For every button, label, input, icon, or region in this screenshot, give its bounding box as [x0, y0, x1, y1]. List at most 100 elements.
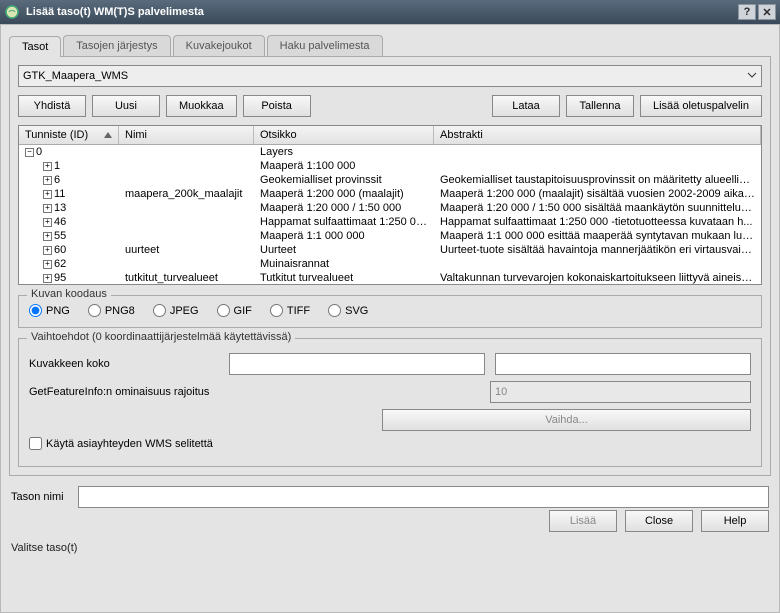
layers-table[interactable]: Tunniste (ID) Nimi Otsikko Abstrakti −0 L… [18, 125, 762, 285]
delete-button[interactable]: Poista [243, 95, 311, 117]
row-abstract [434, 159, 761, 173]
table-body: −0 Layers+1Maaperä 1:100 000+6Geokemialli… [19, 145, 761, 285]
row-abstract: Maaperä 1:200 000 (maalajit) sisältää vu… [434, 187, 761, 201]
new-button[interactable]: Uusi [92, 95, 160, 117]
table-row[interactable]: +62Muinaisrannat [19, 257, 761, 271]
image-encoding-group: Kuvan koodaus PNG PNG8 JPEG GIF TIFF SVG [18, 295, 762, 328]
add-button: Lisää [549, 510, 617, 532]
row-title: Uurteet [254, 243, 434, 257]
col-id[interactable]: Tunniste (ID) [19, 126, 119, 144]
table-row[interactable]: +95 tutkitut_turvealueetTutkitut turvealu… [19, 271, 761, 285]
row-name: tutkitut_turvealueet [119, 271, 254, 285]
edit-button[interactable]: Muokkaa [166, 95, 237, 117]
load-button[interactable]: Lataa [492, 95, 560, 117]
row-name [119, 201, 254, 215]
help-button-titlebar[interactable]: ? [738, 4, 756, 20]
layername-row: Tason nimi [11, 486, 769, 508]
table-row[interactable]: +11maapera_200k_maalajitMaaperä 1:200 00… [19, 187, 761, 201]
table-row[interactable]: +46Happamat sulfaattimaat 1:250 000Happa… [19, 215, 761, 229]
tilesize-width-input[interactable] [229, 353, 485, 375]
expand-icon[interactable]: + [43, 260, 52, 269]
table-row[interactable]: +60uurteetUurteetUurteet-tuote sisältää … [19, 243, 761, 257]
table-row[interactable]: +1Maaperä 1:100 000 [19, 159, 761, 173]
radio-png8[interactable]: PNG8 [88, 304, 135, 317]
radio-tiff[interactable]: TIFF [270, 304, 310, 317]
row-name [119, 229, 254, 243]
row-id: 46 [54, 216, 66, 228]
table-row[interactable]: +6Geokemialliset provinssitGeokemiallise… [19, 173, 761, 187]
connect-button[interactable]: Yhdistä [18, 95, 86, 117]
row-id: 95 [54, 272, 66, 284]
table-row[interactable]: +55Maaperä 1:1 000 000Maaperä 1:1 000 00… [19, 229, 761, 243]
close-button-titlebar[interactable]: ✕ [758, 4, 776, 20]
main-area: Tasot Tasojen järjestys Kuvakejoukot Hak… [0, 24, 780, 613]
close-button[interactable]: Close [625, 510, 693, 532]
row-id: 0 [36, 146, 42, 158]
tabs: Tasot Tasojen järjestys Kuvakejoukot Hak… [9, 35, 771, 57]
connection-combo[interactable]: GTK_Maapera_WMS [18, 65, 762, 87]
tab-order[interactable]: Tasojen järjestys [63, 35, 170, 56]
tab-layers[interactable]: Tasot [9, 36, 61, 57]
col-abstract[interactable]: Abstrakti [434, 126, 761, 144]
layername-label: Tason nimi [11, 491, 64, 503]
table-header-row: Tunniste (ID) Nimi Otsikko Abstrakti [19, 126, 761, 145]
row-name: maapera_200k_maalajit [119, 187, 254, 201]
connection-buttons: Yhdistä Uusi Muokkaa Poista Lataa Tallen… [18, 95, 762, 117]
encoding-radios: PNG PNG8 JPEG GIF TIFF SVG [29, 304, 751, 317]
tilesize-label: Kuvakkeen koko [29, 358, 219, 370]
row-abstract: Uurteet-tuote sisältää havaintoja manner… [434, 243, 761, 257]
row-abstract [434, 257, 761, 271]
row-id: 1 [54, 160, 60, 172]
expand-icon[interactable]: + [43, 162, 52, 171]
expand-icon[interactable]: + [43, 176, 52, 185]
save-button[interactable]: Tallenna [566, 95, 634, 117]
contextual-row: Käytä asiayhteyden WMS selitettä [29, 437, 751, 450]
expand-icon[interactable]: + [43, 274, 52, 283]
change-crs-button: Vaihda... [382, 409, 751, 431]
window-title: Lisää taso(t) WM(T)S palvelimesta [26, 6, 204, 18]
row-title: Maaperä 1:1 000 000 [254, 229, 434, 243]
radio-gif[interactable]: GIF [217, 304, 252, 317]
table-row[interactable]: +13Maaperä 1:20 000 / 1:50 000Maaperä 1:… [19, 201, 761, 215]
contextual-legend-checkbox[interactable]: Käytä asiayhteyden WMS selitettä [29, 437, 219, 450]
tilesize-row: Kuvakkeen koko [29, 353, 751, 375]
radio-png[interactable]: PNG [29, 304, 70, 317]
add-default-server-button[interactable]: Lisää oletuspalvelin [640, 95, 762, 117]
options-legend: Vaihtoehdot (0 koordinaattijärjestelmää … [27, 331, 295, 343]
layername-input[interactable] [78, 486, 769, 508]
expand-icon[interactable]: + [43, 232, 52, 241]
row-name [119, 173, 254, 187]
radio-jpeg[interactable]: JPEG [153, 304, 199, 317]
help-button[interactable]: Help [701, 510, 769, 532]
tilesize-height-input[interactable] [495, 353, 751, 375]
row-name [119, 257, 254, 271]
options-group: Vaihtoehdot (0 koordinaattijärjestelmää … [18, 338, 762, 467]
row-abstract: Valtakunnan turvevarojen kokonaiskartoit… [434, 271, 761, 285]
app-icon [4, 4, 20, 20]
expand-icon[interactable]: + [43, 218, 52, 227]
row-id: 6 [54, 174, 60, 186]
row-title: Layers [254, 145, 434, 159]
col-title[interactable]: Otsikko [254, 126, 434, 144]
collapse-icon[interactable]: − [25, 148, 34, 157]
row-abstract [434, 145, 761, 159]
row-title: Tutkitut turvealueet [254, 271, 434, 285]
row-title: Maaperä 1:20 000 / 1:50 000 [254, 201, 434, 215]
row-abstract: Happamat sulfaattimaat 1:250 000 -tietot… [434, 215, 761, 229]
radio-svg[interactable]: SVG [328, 304, 368, 317]
connection-selected: GTK_Maapera_WMS [23, 70, 128, 82]
featurecount-row: GetFeatureInfo:n ominaisuus rajoitus [29, 381, 751, 403]
col-name[interactable]: Nimi [119, 126, 254, 144]
expand-icon[interactable]: + [43, 190, 52, 199]
row-title: Muinaisrannat [254, 257, 434, 271]
expand-icon[interactable]: + [43, 246, 52, 255]
tab-pane: GTK_Maapera_WMS Yhdistä Uusi Muokkaa Poi… [9, 57, 771, 476]
table-row[interactable]: −0 Layers [19, 145, 761, 159]
dialog-footer: Lisää Close Help [11, 510, 769, 532]
status-text: Valitse taso(t) [9, 538, 771, 558]
tab-serversearch[interactable]: Haku palvelimesta [267, 35, 383, 56]
title-bar: Lisää taso(t) WM(T)S palvelimesta ? ✕ [0, 0, 780, 24]
row-id: 55 [54, 230, 66, 242]
expand-icon[interactable]: + [43, 204, 52, 213]
tab-tilesets[interactable]: Kuvakejoukot [173, 35, 265, 56]
